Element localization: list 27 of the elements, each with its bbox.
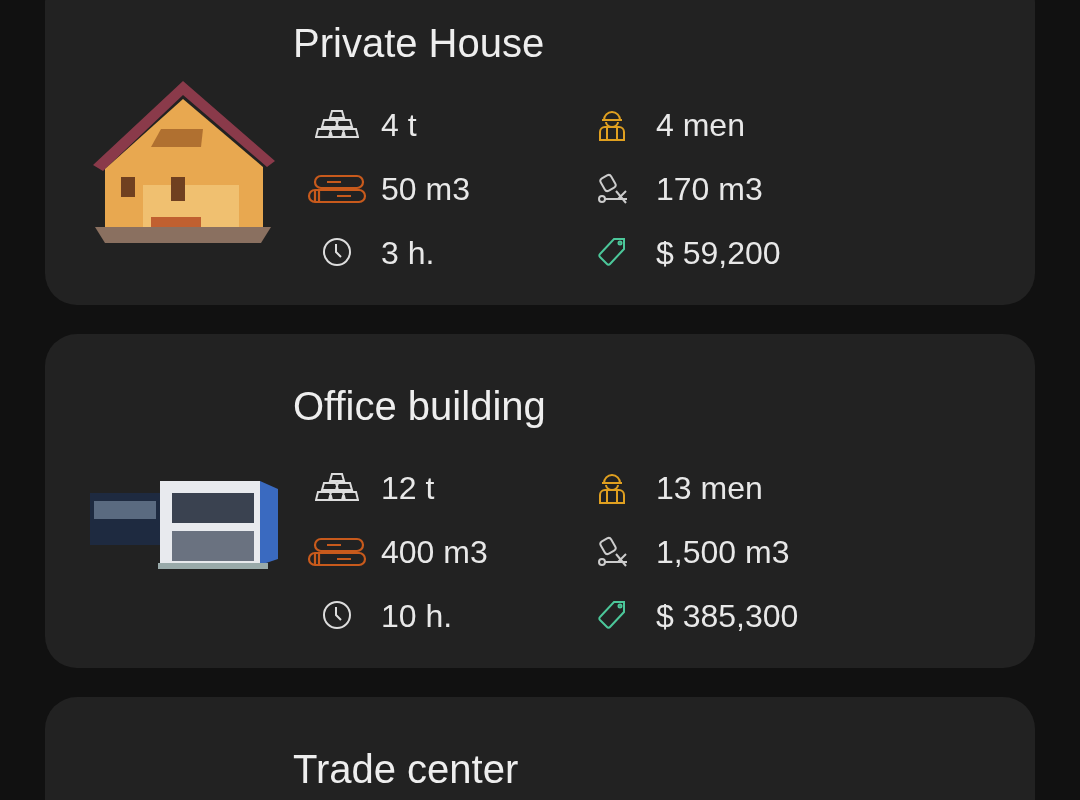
- stat-value: 1,500 m3: [656, 533, 790, 572]
- worker-icon: [597, 472, 627, 504]
- stat-value: $ 59,200: [656, 234, 781, 273]
- price-tag-icon: [597, 237, 627, 269]
- stat-value: 400 m3: [381, 533, 488, 572]
- logs-icon: [307, 536, 367, 568]
- stat-value: 13 men: [656, 469, 763, 508]
- stat-value: 3 h.: [381, 234, 435, 273]
- concrete-mixer-icon: [596, 536, 628, 568]
- stat-value: 10 h.: [381, 597, 453, 636]
- worker-icon: [597, 109, 627, 141]
- stat-value: 12 t: [381, 469, 435, 508]
- building-title: Private House: [293, 20, 546, 67]
- stat-value: 50 m3: [381, 170, 470, 209]
- steel-bars-icon: [315, 472, 359, 504]
- steel-bars-icon: [315, 109, 359, 141]
- building-title: Trade center: [293, 746, 519, 793]
- stat-value: 4 t: [381, 106, 417, 145]
- stat-value: $ 385,300: [656, 597, 799, 636]
- price-tag-icon: [597, 600, 627, 632]
- stat-value: 4 men: [656, 106, 745, 145]
- logs-icon: [307, 173, 367, 205]
- building-title: Office building: [293, 383, 547, 430]
- clock-icon: [322, 237, 352, 269]
- stat-value: 170 m3: [656, 170, 763, 209]
- clock-icon: [322, 600, 352, 632]
- concrete-mixer-icon: [596, 173, 628, 205]
